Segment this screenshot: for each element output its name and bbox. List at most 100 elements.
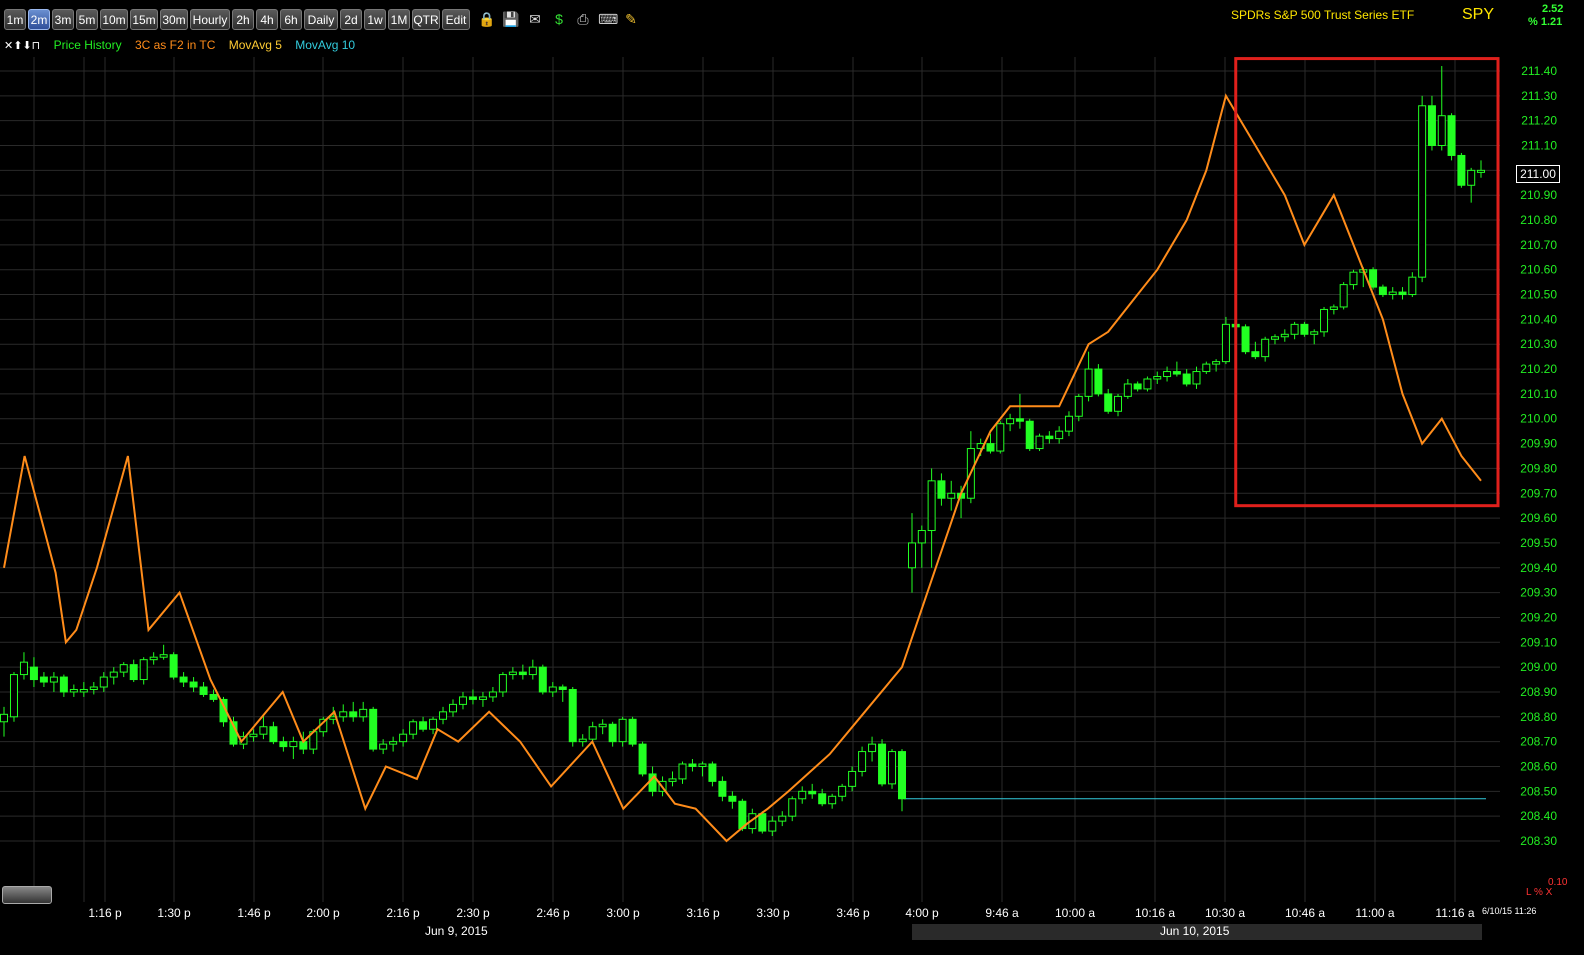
candle-body (49, 676, 58, 683)
candle-body (1025, 420, 1034, 450)
candle-body (508, 671, 517, 676)
candle-body (778, 815, 787, 822)
candle-body (1427, 105, 1436, 147)
interval-button-1w[interactable]: 1w (364, 9, 386, 30)
y-tick-label: 210.30 (1520, 337, 1557, 351)
legend-indicator-3c[interactable]: 3C as F2 in TC (135, 38, 215, 52)
legend-movavg-5[interactable]: MovAvg 5 (229, 38, 282, 52)
candle-body (917, 530, 926, 544)
interval-button-30m[interactable]: 30m (160, 9, 188, 30)
candle-body (678, 763, 687, 780)
candle-body (1143, 378, 1152, 390)
save-icon[interactable]: 💾 (502, 10, 520, 28)
x-tick-label: 9:46 a (985, 906, 1019, 920)
interval-button-daily[interactable]: Daily (304, 9, 338, 30)
candle-body (1408, 276, 1417, 296)
interval-button-6h[interactable]: 6h (280, 9, 302, 30)
scroll-handle[interactable] (2, 886, 52, 904)
current-price-label: 211.00 (1516, 165, 1560, 183)
candle-body (0, 713, 8, 723)
timestamp: 6/10/15 11:26 (1482, 906, 1537, 916)
y-tick-label: 209.20 (1520, 610, 1557, 624)
candle-body (458, 696, 467, 705)
print-icon[interactable]: ⎙ (574, 10, 592, 28)
candle-body (888, 751, 897, 785)
candle-body (1172, 371, 1181, 375)
y-tick-label: 210.50 (1520, 288, 1557, 302)
candle-body (908, 542, 916, 569)
candle-body (1329, 306, 1338, 310)
legend-movavg-10[interactable]: MovAvg 10 (295, 38, 355, 52)
candle-body (598, 723, 607, 728)
candle-body (1182, 373, 1191, 385)
candle-body (1447, 115, 1456, 156)
interval-button-2m[interactable]: 2m (28, 9, 50, 30)
candle-body (708, 763, 717, 782)
legend-price-history[interactable]: Price History (54, 38, 122, 52)
y-tick-label: 210.70 (1520, 238, 1557, 252)
interval-button-edit[interactable]: Edit (442, 9, 470, 30)
candle-body (1477, 169, 1485, 173)
highlight-box (1234, 57, 1500, 508)
candle-body (1369, 269, 1378, 288)
candle-body (638, 743, 647, 775)
pencil-icon[interactable]: ✎ (622, 10, 640, 28)
x-tick-label: 10:46 a (1285, 906, 1325, 920)
x-tick-label: 1:46 p (237, 906, 271, 920)
candle-body (1261, 338, 1270, 358)
x-tick-label: 11:16 a (1435, 906, 1474, 920)
candle-body (1084, 368, 1093, 397)
interval-button-5m[interactable]: 5m (76, 9, 98, 30)
candle-body (1270, 336, 1279, 340)
candle-body (1064, 415, 1073, 432)
interval-button-qtr[interactable]: QTR (412, 9, 440, 30)
date-label-jun9: Jun 9, 2015 (425, 924, 488, 938)
price-chart[interactable]: 211.40 211.30 211.20 211.10 211.00 210.90 210.… (0, 0, 1584, 955)
dollar-icon[interactable]: $ (550, 10, 568, 28)
candle-body (818, 793, 827, 805)
y-tick-label: 210.80 (1520, 213, 1557, 227)
interval-button-4h[interactable]: 4h (256, 9, 278, 30)
keyboard-icon[interactable]: ⌨ (598, 10, 618, 28)
candle-body (538, 666, 547, 693)
interval-button-15m[interactable]: 15m (130, 9, 158, 30)
interval-button-2h[interactable]: 2h (232, 9, 254, 30)
x-tick-label: 10:00 a (1055, 906, 1095, 920)
candle-body (349, 711, 358, 718)
candle-body (1006, 418, 1015, 425)
candle-body (1339, 284, 1348, 308)
candle-body (1221, 323, 1230, 363)
interval-button-hourly[interactable]: Hourly (190, 9, 230, 30)
x-tick-label: 4:00 p (905, 906, 939, 920)
interval-button-1m[interactable]: 1M (388, 9, 410, 30)
symbol-label[interactable]: SPY (1462, 6, 1494, 24)
candle-body (848, 770, 857, 787)
candle-body (1202, 363, 1211, 373)
interval-button-3m[interactable]: 3m (52, 9, 74, 30)
y-tick-label: 209.00 (1520, 660, 1557, 674)
candle-body (19, 661, 28, 676)
candle-body (89, 686, 98, 690)
legend-controls-icon[interactable]: ✕⬆⬇⊓ (4, 40, 40, 52)
x-tick-label: 3:16 p (686, 906, 720, 920)
candle-body (169, 654, 178, 678)
candle-body (568, 688, 577, 743)
candle-body (996, 423, 1005, 452)
lock-icon[interactable]: 🔒 (478, 10, 496, 28)
interval-button-2d[interactable]: 2d (340, 9, 362, 30)
candle-body (119, 664, 128, 673)
candle-body (758, 813, 767, 832)
candle-body (199, 686, 208, 695)
pct-scale-toggle[interactable]: L % X (1526, 887, 1552, 898)
date-label-jun10: Jun 10, 2015 (1160, 924, 1230, 938)
candle-body (419, 721, 428, 730)
candle-body (1398, 291, 1407, 296)
mail-icon[interactable]: ✉ (526, 10, 544, 28)
candle-body (1378, 286, 1387, 296)
x-tick-label: 1:30 p (157, 906, 191, 920)
candle-body (59, 676, 68, 693)
interval-button-1m[interactable]: 1m (4, 9, 26, 30)
candle-body (788, 798, 797, 817)
candle-body (1320, 308, 1329, 333)
interval-button-10m[interactable]: 10m (100, 9, 128, 30)
